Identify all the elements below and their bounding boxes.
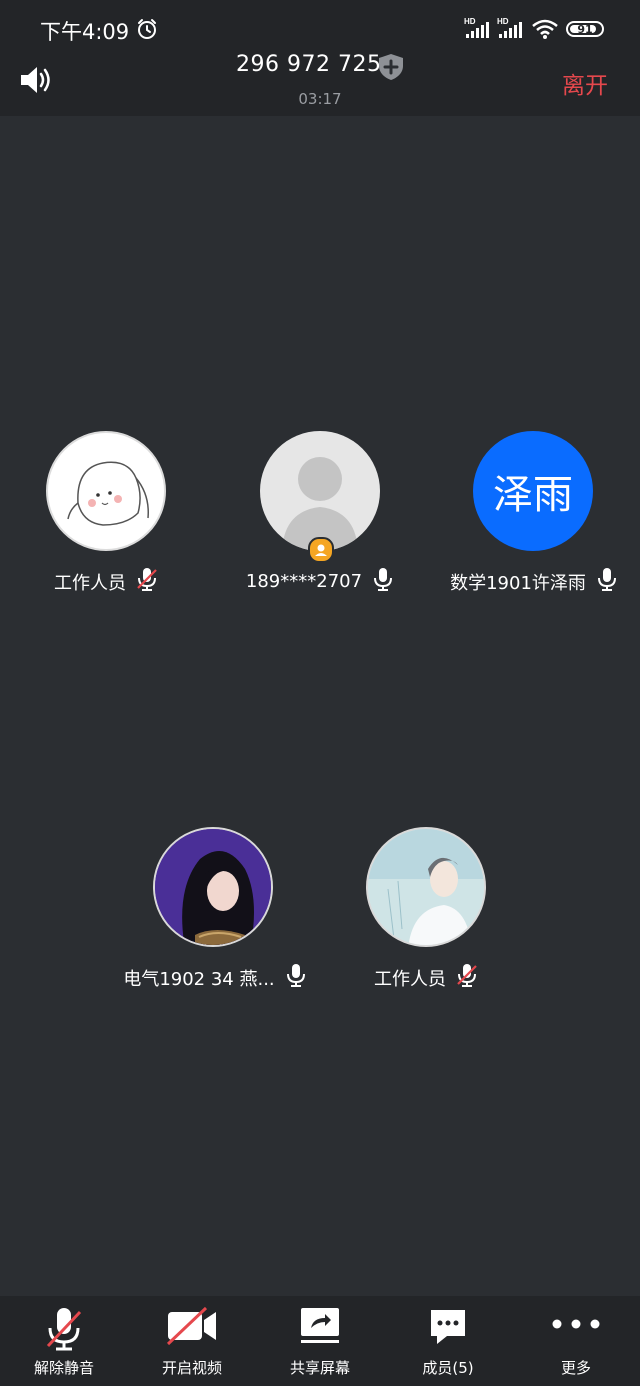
start-video-label: 开启视频	[161, 1359, 222, 1377]
participant-name: 189****2707	[245, 571, 363, 592]
start-video-button[interactable]: 开启视频	[128, 1296, 256, 1386]
avatar	[153, 827, 273, 947]
members-label: 成员(5)	[422, 1359, 474, 1377]
share-screen-icon	[256, 1306, 384, 1346]
battery-icon: 91	[566, 21, 604, 37]
svg-text:HD: HD	[497, 17, 509, 26]
avatar-text: 泽雨	[493, 472, 573, 518]
avatar	[366, 827, 486, 947]
chat-bubble-icon	[384, 1306, 512, 1348]
mic-icon	[596, 566, 618, 597]
meeting-duration: 03:17	[298, 90, 342, 108]
avatar	[260, 431, 380, 551]
video-off-icon	[128, 1306, 256, 1346]
top-bar: 下午4:09 HD HD 91 296 972 725 03:17 离开	[0, 0, 640, 116]
avatar: 泽雨	[473, 431, 593, 551]
unmute-button[interactable]: 解除静音	[0, 1296, 128, 1386]
mic-icon	[285, 962, 307, 993]
participant-name: 电气1902 34 燕...	[123, 968, 275, 990]
mic-muted-icon	[456, 962, 478, 993]
battery-level: 91	[577, 22, 593, 36]
host-badge-icon	[308, 537, 334, 563]
shield-icon[interactable]	[377, 53, 405, 85]
more-button[interactable]: 更多	[512, 1296, 640, 1386]
more-icon	[512, 1318, 640, 1330]
signal-hd-icon: HD	[497, 16, 523, 44]
participant-name: 工作人员	[374, 968, 446, 990]
unmute-label: 解除静音	[33, 1359, 94, 1377]
meeting-id[interactable]: 296 972 725	[236, 52, 381, 77]
alarm-icon	[136, 18, 158, 44]
share-screen-button[interactable]: 共享屏幕	[256, 1296, 384, 1386]
participant-name: 工作人员	[54, 572, 126, 594]
wifi-icon	[531, 18, 559, 44]
mic-muted-icon	[136, 566, 158, 597]
status-time: 下午4:09	[40, 20, 130, 44]
participant-name: 数学1901许泽雨	[450, 572, 586, 594]
leave-button[interactable]: 离开	[562, 66, 608, 100]
svg-text:HD: HD	[464, 17, 476, 26]
more-label: 更多	[560, 1359, 591, 1377]
mic-icon	[372, 566, 394, 597]
members-button[interactable]: 成员(5)	[384, 1296, 512, 1386]
avatar	[46, 431, 166, 551]
mic-muted-icon	[0, 1306, 128, 1352]
bottom-toolbar: 解除静音 开启视频 共享屏幕 成员(5) 更多	[0, 1296, 640, 1386]
share-screen-label: 共享屏幕	[289, 1359, 350, 1377]
signal-hd-icon: HD	[464, 16, 490, 44]
